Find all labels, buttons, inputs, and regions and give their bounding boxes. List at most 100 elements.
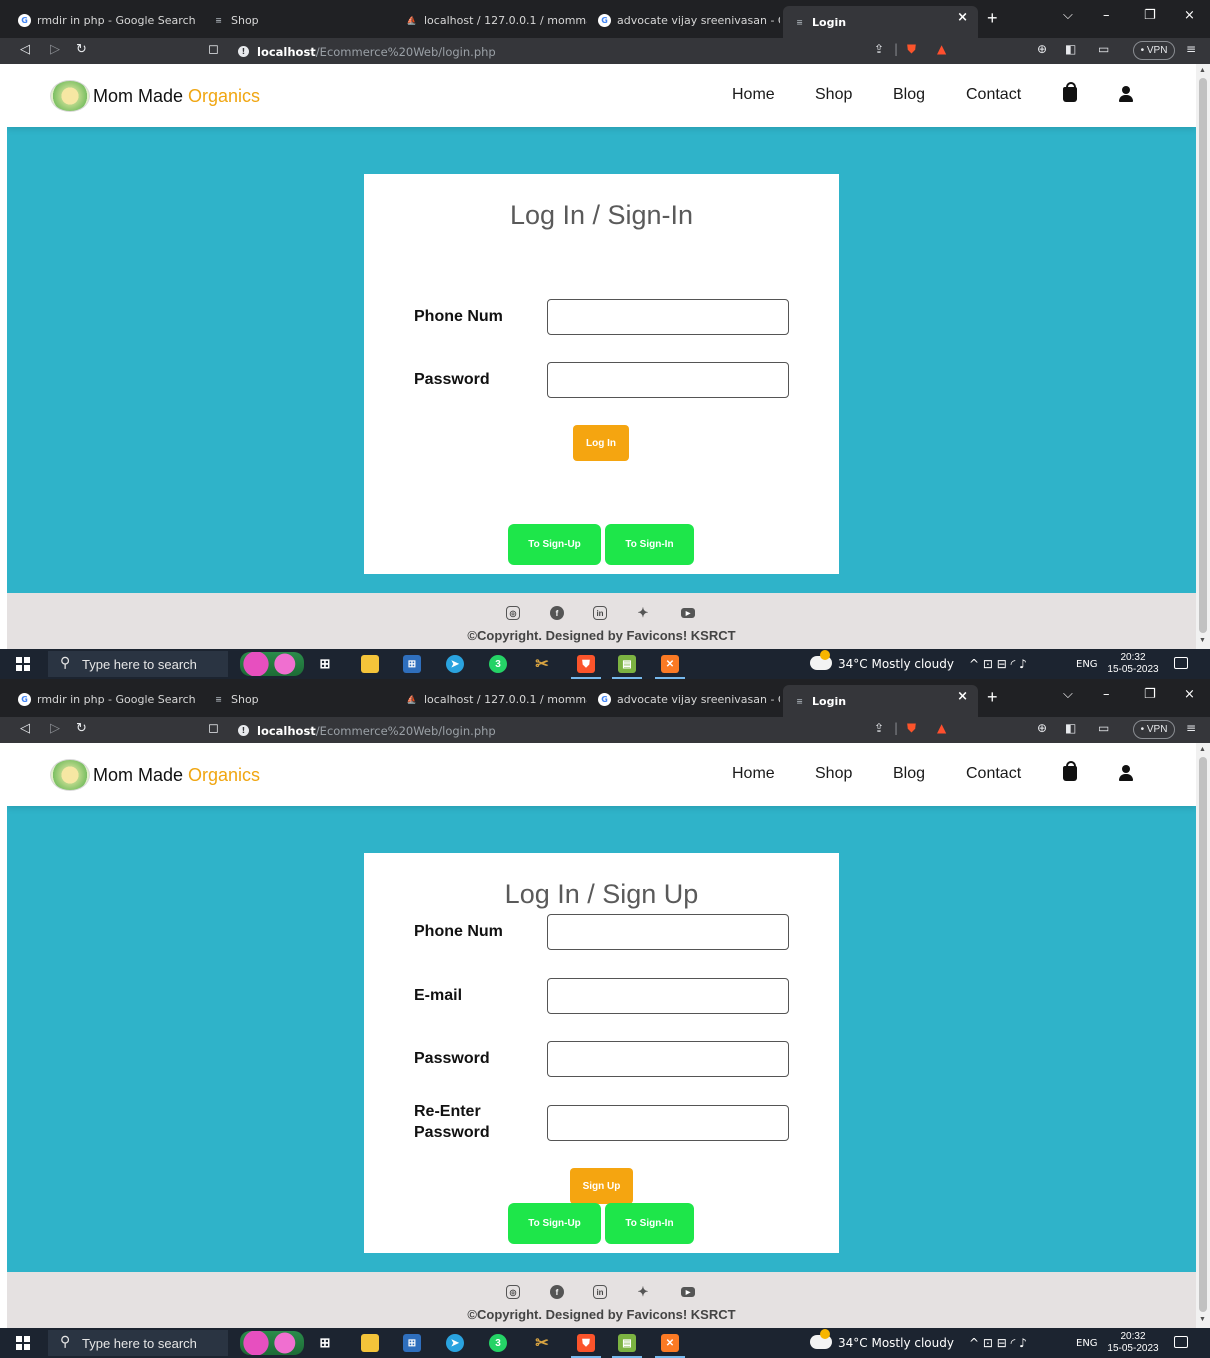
to-signin-button[interactable]: To Sign-In [605, 1203, 694, 1244]
whatsapp-icon[interactable]: 3 [489, 1334, 507, 1352]
password-input[interactable] [547, 1041, 789, 1077]
reload-icon[interactable]: ↻ [76, 721, 87, 736]
page-scrollbar[interactable]: ▲ ▼ [1196, 64, 1210, 649]
minimize-icon[interactable]: – [1103, 8, 1110, 23]
twitter-icon[interactable]: ✦ [636, 605, 650, 620]
brave-rewards-icon[interactable]: ▲ [937, 42, 946, 56]
tray-icons[interactable]: ^ ⊡ ⊟ ◜ ♪ [969, 1336, 1027, 1350]
url-field[interactable]: ! localhost/Ecommerce%20Web/login.php [238, 722, 958, 739]
new-tab-icon[interactable]: + [987, 687, 998, 707]
nav-home[interactable]: Home [732, 86, 775, 104]
login-button[interactable]: Log In [573, 425, 629, 461]
close-window-icon[interactable]: × [1184, 687, 1195, 702]
weather-text[interactable]: 34°C Mostly cloudy [838, 657, 954, 671]
notification-icon[interactable] [1174, 657, 1188, 669]
tool-icon[interactable]: ✂ [533, 655, 551, 673]
email-input[interactable] [547, 978, 789, 1014]
task-view-icon[interactable]: ⊞ [316, 1334, 334, 1352]
back-icon[interactable]: ◁ [20, 42, 30, 57]
phone-input[interactable] [547, 914, 789, 950]
signup-button[interactable]: Sign Up [570, 1168, 633, 1204]
tray-icons[interactable]: ^ ⊡ ⊟ ◜ ♪ [969, 657, 1027, 671]
page-scrollbar[interactable]: ▲ ▼ [1196, 743, 1210, 1328]
to-signup-button[interactable]: To Sign-Up [508, 1203, 601, 1244]
menu-icon[interactable]: ≡ [1186, 42, 1196, 56]
reload-icon[interactable]: ↻ [76, 42, 87, 57]
reenter-password-input[interactable] [547, 1105, 789, 1141]
linkedin-icon[interactable]: in [593, 1285, 607, 1299]
brave-rewards-icon[interactable]: ▲ [937, 721, 946, 735]
scroll-up-icon[interactable]: ▲ [1199, 746, 1206, 753]
nav-contact[interactable]: Contact [966, 765, 1021, 783]
store-icon[interactable]: ⊞ [403, 655, 421, 673]
scroll-down-icon[interactable]: ▼ [1199, 1316, 1206, 1323]
vpn-button[interactable]: • VPN [1133, 41, 1175, 60]
browser-tab-shop[interactable]: ≡ Shop [202, 687, 392, 711]
facebook-icon[interactable]: f [550, 606, 564, 620]
share-icon[interactable]: ⇪ [874, 721, 884, 735]
sublime-icon[interactable]: ▤ [612, 1334, 642, 1358]
facebook-icon[interactable]: f [550, 1285, 564, 1299]
whatsapp-icon[interactable]: 3 [489, 655, 507, 673]
windows-start-icon[interactable] [16, 1336, 30, 1350]
telegram-icon[interactable]: ➤ [446, 655, 464, 673]
restore-icon[interactable]: ❐ [1144, 687, 1156, 702]
youtube-icon[interactable]: ▶ [681, 1287, 695, 1297]
forward-icon[interactable]: ▷ [50, 42, 60, 57]
sublime-icon[interactable]: ▤ [612, 655, 642, 679]
new-tab-icon[interactable]: + [987, 8, 998, 28]
clock[interactable]: 20:32 15-05-2023 [1106, 1331, 1160, 1355]
youtube-icon[interactable]: ▶ [681, 608, 695, 618]
forward-icon[interactable]: ▷ [50, 721, 60, 736]
phone-input[interactable] [547, 299, 789, 335]
nav-shop[interactable]: Shop [815, 86, 852, 104]
xampp-icon[interactable]: ✕ [655, 655, 685, 679]
browser-tab-google-search[interactable]: G rmdir in php - Google Search [8, 8, 198, 32]
browser-tab-phpmyadmin[interactable]: ⛵ localhost / 127.0.0.1 / mommadeo [395, 8, 587, 32]
language-indicator[interactable]: ENG [1076, 659, 1098, 670]
scroll-thumb[interactable] [1199, 757, 1207, 1312]
brave-icon[interactable]: ⛊ [571, 655, 601, 679]
file-explorer-icon[interactable] [361, 655, 379, 673]
nav-contact[interactable]: Contact [966, 86, 1021, 104]
tool-icon[interactable]: ✂ [533, 1334, 551, 1352]
extensions-icon[interactable]: ⊕ [1037, 721, 1047, 735]
user-icon[interactable] [1119, 86, 1133, 102]
twitter-icon[interactable]: ✦ [636, 1284, 650, 1299]
tab-search-icon[interactable]: ⌵ [1063, 687, 1073, 702]
browser-tab-login[interactable]: ≡ Login × [783, 685, 978, 717]
minimize-icon[interactable]: – [1103, 687, 1110, 702]
close-tab-icon[interactable]: × [957, 689, 968, 704]
to-signup-button[interactable]: To Sign-Up [508, 524, 601, 565]
bookmark-icon[interactable]: ◻ [208, 721, 219, 736]
sidebar-icon[interactable]: ◧ [1065, 42, 1076, 56]
brave-shield-icon[interactable]: ⛊ [907, 721, 916, 736]
telegram-icon[interactable]: ➤ [446, 1334, 464, 1352]
browser-tab-phpmyadmin[interactable]: ⛵ localhost / 127.0.0.1 / mommadeo [395, 687, 587, 711]
browser-tab-login[interactable]: ≡ Login × [783, 6, 978, 38]
instagram-icon[interactable]: ◎ [506, 1285, 520, 1299]
menu-icon[interactable]: ≡ [1186, 721, 1196, 735]
taskbar-search[interactable]: ⚲ Type here to search [48, 651, 228, 677]
nav-blog[interactable]: Blog [893, 765, 925, 783]
weather-text[interactable]: 34°C Mostly cloudy [838, 1336, 954, 1350]
site-logo[interactable]: Mom Made Organics [50, 80, 260, 112]
store-icon[interactable]: ⊞ [403, 1334, 421, 1352]
vpn-button[interactable]: • VPN [1133, 720, 1175, 739]
shopping-bag-icon[interactable] [1063, 82, 1077, 102]
sidebar-icon[interactable]: ◧ [1065, 721, 1076, 735]
shopping-bag-icon[interactable] [1063, 761, 1077, 781]
url-field[interactable]: ! localhost/Ecommerce%20Web/login.php [238, 43, 958, 60]
windows-start-icon[interactable] [16, 657, 30, 671]
wallet-icon[interactable]: ▭ [1098, 42, 1109, 56]
restore-icon[interactable]: ❐ [1144, 8, 1156, 23]
back-icon[interactable]: ◁ [20, 721, 30, 736]
file-explorer-icon[interactable] [361, 1334, 379, 1352]
site-logo[interactable]: Mom Made Organics [50, 759, 260, 791]
linkedin-icon[interactable]: in [593, 606, 607, 620]
scroll-down-icon[interactable]: ▼ [1199, 637, 1206, 644]
clock[interactable]: 20:32 15-05-2023 [1106, 652, 1160, 676]
nav-blog[interactable]: Blog [893, 86, 925, 104]
brave-shield-icon[interactable]: ⛊ [907, 42, 916, 57]
browser-tab-advocate-search[interactable]: G advocate vijay sreenivasan - Goog [588, 8, 780, 32]
